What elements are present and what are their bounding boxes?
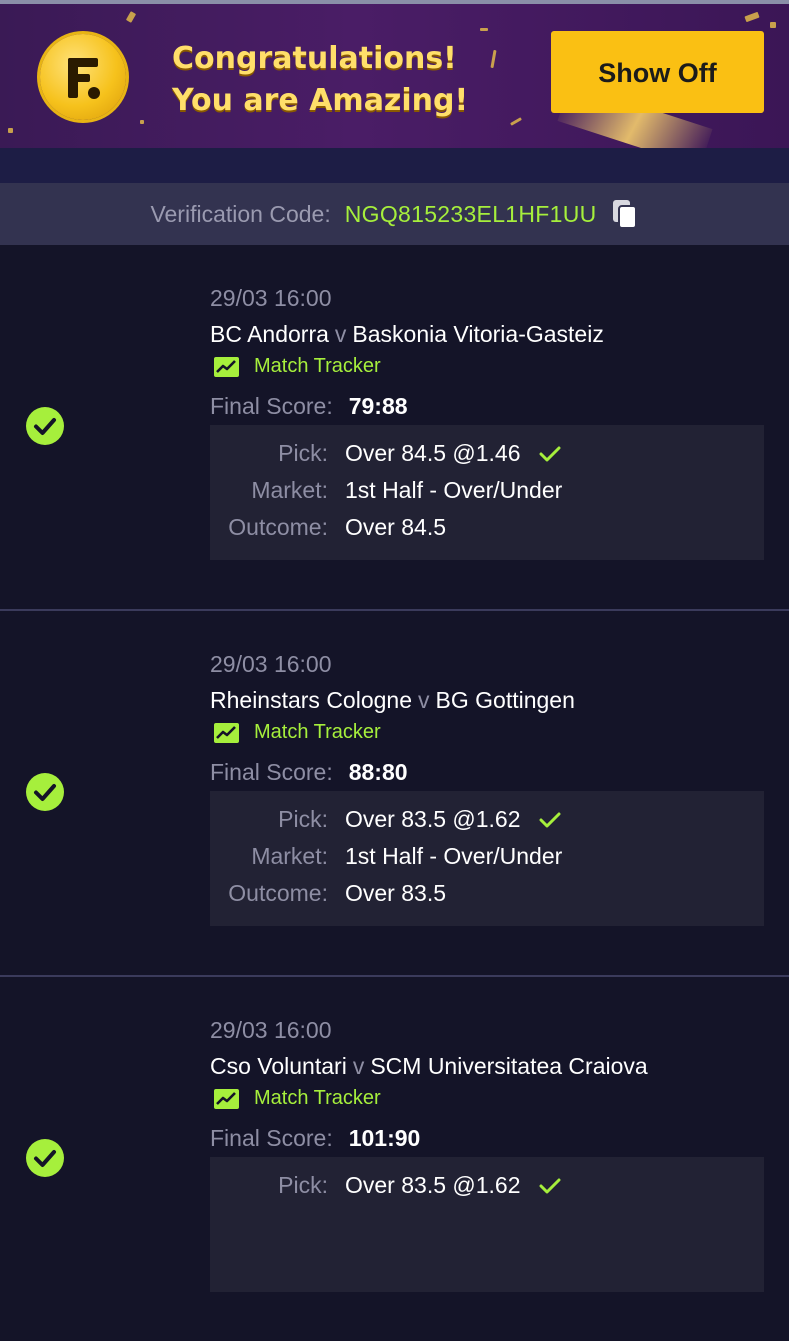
verification-bar: Verification Code: NGQ815233EL1HF1UU bbox=[0, 183, 789, 245]
pick-value: Over 84.5 @1.46 bbox=[345, 440, 521, 466]
match-tracker-label: Match Tracker bbox=[254, 1087, 381, 1109]
pick-label: Pick: bbox=[278, 1172, 328, 1198]
final-score: Final Score: 101:90 bbox=[210, 1125, 420, 1152]
match-tracker-label: Match Tracker bbox=[254, 721, 381, 743]
copy-icon[interactable] bbox=[611, 198, 639, 230]
check-circle-icon bbox=[26, 407, 64, 445]
brand-logo bbox=[40, 34, 126, 120]
outcome-value: Over 83.5 bbox=[345, 880, 446, 906]
match-teams: Cso Voluntari v SCM Universitatea Craiova bbox=[210, 1053, 648, 1080]
match-tracker-link[interactable]: Match Tracker bbox=[213, 355, 381, 378]
confetti-piece bbox=[8, 128, 13, 133]
bet-item: 29/03 16:00 Rheinstars Cologne v BG Gottin… bbox=[0, 611, 789, 977]
check-icon bbox=[539, 1178, 560, 1194]
outcome-row: Outcome: Over 83.5 bbox=[210, 880, 764, 910]
chart-line-icon bbox=[214, 1088, 239, 1109]
chart-line-icon bbox=[214, 356, 239, 377]
bet-detail-box: Pick: Over 83.5 @1.62 Market: 1st Half -… bbox=[210, 791, 764, 926]
versus-label: v bbox=[352, 1053, 365, 1079]
final-score: Final Score: 79:88 bbox=[210, 393, 408, 420]
market-value: 1st Half - Over/Under bbox=[345, 843, 563, 869]
banner-top-line bbox=[0, 0, 789, 4]
home-team: BC Andorra bbox=[210, 321, 329, 347]
outcome-label: Outcome: bbox=[228, 514, 328, 540]
verification-code[interactable]: NGQ815233EL1HF1UU bbox=[345, 201, 597, 228]
chart-line-icon bbox=[214, 722, 239, 743]
final-score: Final Score: 88:80 bbox=[210, 759, 408, 786]
verification-label: Verification Code: bbox=[150, 200, 331, 227]
bet-detail-box: Pick: Over 83.5 @1.62 bbox=[210, 1157, 764, 1292]
header-spacer bbox=[0, 148, 789, 183]
confetti-piece bbox=[510, 117, 522, 126]
pick-value: Over 83.5 @1.62 bbox=[345, 806, 521, 832]
market-label: Market: bbox=[251, 477, 328, 503]
confetti-piece bbox=[490, 49, 497, 69]
check-circle-icon bbox=[26, 773, 64, 811]
pick-label: Pick: bbox=[278, 806, 328, 832]
show-off-button[interactable]: Show Off bbox=[551, 31, 764, 113]
match-date: 29/03 16:00 bbox=[210, 1017, 332, 1043]
confetti-piece bbox=[480, 28, 488, 31]
versus-label: v bbox=[334, 321, 347, 347]
match-tracker-link[interactable]: Match Tracker bbox=[213, 721, 381, 744]
outcome-value: Over 84.5 bbox=[345, 514, 446, 540]
market-row: Market: 1st Half - Over/Under bbox=[210, 843, 764, 873]
check-icon bbox=[539, 446, 560, 462]
congrats-banner: Congratulations! You are Amazing! Show O… bbox=[0, 0, 789, 148]
congrats-line-2: You are Amazing! bbox=[172, 83, 469, 118]
pick-row: Pick: Over 83.5 @1.62 bbox=[210, 806, 764, 836]
final-score-label: Final Score: bbox=[210, 393, 333, 419]
outcome-row: Outcome: Over 84.5 bbox=[210, 514, 764, 544]
match-teams: Rheinstars Cologne v BG Gottingen bbox=[210, 687, 575, 714]
final-score-label: Final Score: bbox=[210, 1125, 333, 1151]
home-team: Rheinstars Cologne bbox=[210, 687, 413, 713]
pick-label: Pick: bbox=[278, 440, 328, 466]
confetti-piece bbox=[140, 120, 144, 124]
congrats-line-1: Congratulations! bbox=[172, 41, 457, 76]
away-team: SCM Universitatea Craiova bbox=[370, 1053, 648, 1079]
market-label: Market: bbox=[251, 843, 328, 869]
market-row: Market: 1st Half - Over/Under bbox=[210, 477, 764, 507]
bet-item: 29/03 16:00 Cso Voluntari v SCM Universita… bbox=[0, 977, 789, 1341]
away-team: BG Gottingen bbox=[435, 687, 575, 713]
bet-detail-box: Pick: Over 84.5 @1.46 Market: 1st Half -… bbox=[210, 425, 764, 560]
pick-row: Pick: Over 84.5 @1.46 bbox=[210, 440, 764, 470]
final-score-value: 79:88 bbox=[348, 393, 408, 419]
match-tracker-label: Match Tracker bbox=[254, 355, 381, 377]
match-teams: BC Andorra v Baskonia Vitoria-Gasteiz bbox=[210, 321, 604, 348]
check-icon bbox=[539, 812, 560, 828]
outcome-label: Outcome: bbox=[228, 880, 328, 906]
bet-list: 29/03 16:00 BC Andorra v Baskonia Vitoria-… bbox=[0, 245, 789, 1341]
pick-row: Pick: Over 83.5 @1.62 bbox=[210, 1172, 764, 1202]
final-score-value: 101:90 bbox=[348, 1125, 421, 1151]
market-value: 1st Half - Over/Under bbox=[345, 477, 563, 503]
versus-label: v bbox=[418, 687, 430, 713]
confetti-piece bbox=[770, 22, 776, 28]
match-date: 29/03 16:00 bbox=[210, 285, 332, 311]
away-team: Baskonia Vitoria-Gasteiz bbox=[352, 321, 604, 347]
final-score-value: 88:80 bbox=[348, 759, 408, 785]
home-team: Cso Voluntari bbox=[210, 1053, 347, 1079]
confetti-piece bbox=[125, 11, 137, 23]
bet-item: 29/03 16:00 BC Andorra v Baskonia Vitoria-… bbox=[0, 245, 789, 611]
pick-value: Over 83.5 @1.62 bbox=[345, 1172, 521, 1198]
congrats-message: Congratulations! You are Amazing! bbox=[172, 38, 468, 122]
confetti-piece bbox=[744, 11, 760, 23]
match-tracker-link[interactable]: Match Tracker bbox=[213, 1087, 381, 1110]
match-date: 29/03 16:00 bbox=[210, 651, 332, 677]
check-circle-icon bbox=[26, 1139, 64, 1177]
final-score-label: Final Score: bbox=[210, 759, 333, 785]
